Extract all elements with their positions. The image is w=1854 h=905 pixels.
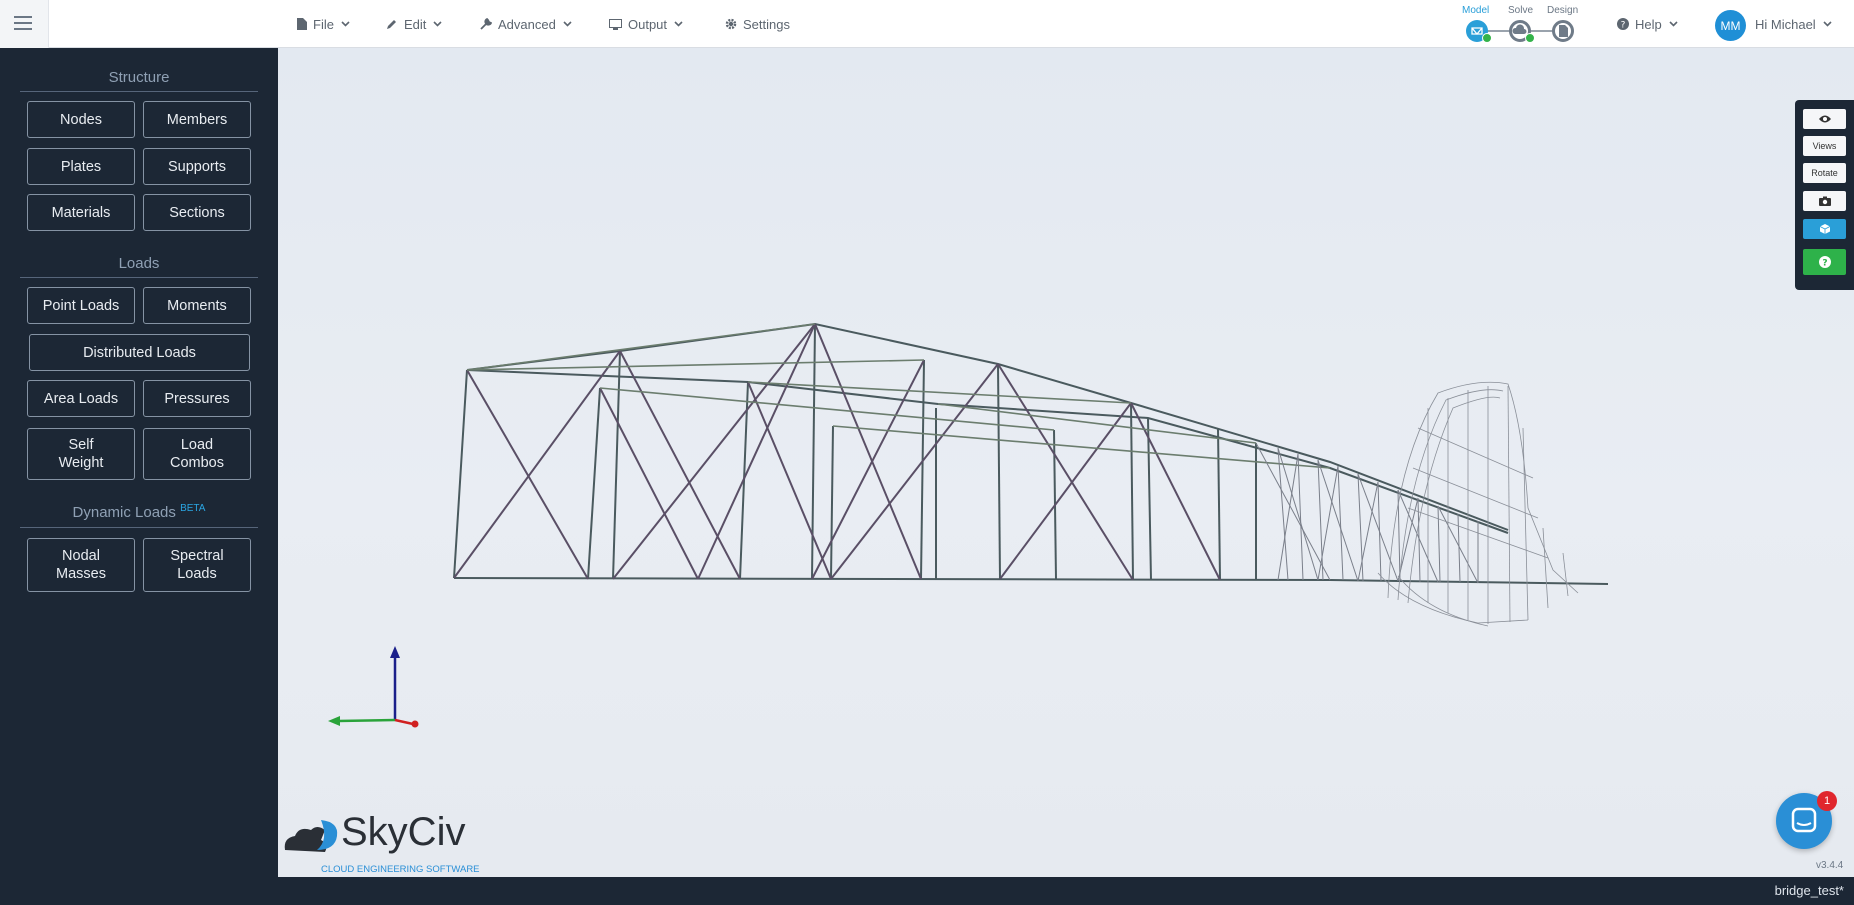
- cube-icon: [1819, 224, 1830, 234]
- view-toolbar: Views Rotate ?: [1795, 100, 1854, 290]
- status-bar: bridge_test*: [0, 877, 1854, 905]
- help-menu[interactable]: ? Help: [1617, 0, 1678, 48]
- loads-section-title: Loads: [118, 255, 160, 272]
- edit-menu-label: Edit: [404, 16, 427, 32]
- moments-button[interactable]: Moments: [143, 287, 251, 324]
- gear-icon: [725, 18, 737, 30]
- chat-unread-badge: 1: [1817, 791, 1837, 811]
- advanced-menu[interactable]: Advanced: [480, 0, 572, 48]
- load-combos-button[interactable]: Load Combos: [143, 428, 251, 480]
- edit-menu[interactable]: Edit: [386, 0, 442, 48]
- skyciv-logo: SkyCiv CLOUD ENGINEERING SOFTWARE: [281, 810, 501, 875]
- step-design-label: Design: [1547, 5, 1579, 16]
- self-weight-button[interactable]: Self Weight: [27, 428, 135, 480]
- dynamic-loads-title-text: Dynamic Loads: [72, 504, 176, 521]
- svg-text:CLOUD ENGINEERING SOFTWARE: CLOUD ENGINEERING SOFTWARE: [321, 864, 480, 875]
- step-solve-label: Solve: [1508, 5, 1534, 16]
- output-menu[interactable]: Output: [609, 0, 683, 48]
- user-greeting: Hi Michael: [1755, 16, 1816, 32]
- file-name: bridge_test*: [1774, 883, 1844, 898]
- pressures-button[interactable]: Pressures: [143, 380, 251, 417]
- nodal-masses-button[interactable]: Nodal Masses: [27, 538, 135, 592]
- help-menu-label: Help: [1635, 16, 1662, 32]
- file-icon: [297, 18, 307, 30]
- check-icon: [1525, 33, 1535, 43]
- chevron-down-icon: [563, 21, 572, 27]
- supports-button[interactable]: Supports: [143, 148, 251, 185]
- document-icon: [1559, 25, 1568, 37]
- top-navigation-bar: File Edit Advanced Output Settings Model…: [0, 0, 1854, 48]
- axis-triad-icon: [328, 646, 419, 728]
- hamburger-menu-icon[interactable]: [0, 0, 49, 48]
- question-icon: ?: [1818, 256, 1831, 269]
- materials-button[interactable]: Materials: [27, 194, 135, 231]
- chevron-down-icon: [433, 21, 442, 27]
- dynamic-loads-section-title: Dynamic Loads BETA: [20, 503, 258, 521]
- wrench-icon: [480, 18, 492, 30]
- area-loads-button[interactable]: Area Loads: [27, 380, 135, 417]
- svg-text:SkyCiv: SkyCiv: [341, 810, 465, 854]
- design-step-button[interactable]: [1552, 20, 1574, 42]
- output-menu-label: Output: [628, 16, 668, 32]
- eye-icon: [1818, 115, 1831, 123]
- advanced-menu-label: Advanced: [498, 16, 556, 32]
- camera-icon: [1818, 196, 1831, 206]
- user-menu[interactable]: Hi Michael: [1755, 0, 1832, 48]
- pencil-icon: [386, 18, 398, 30]
- help-button[interactable]: ?: [1803, 249, 1846, 275]
- spectral-loads-button[interactable]: Spectral Loads: [143, 538, 251, 592]
- plates-button[interactable]: Plates: [27, 148, 135, 185]
- chevron-down-icon: [674, 21, 683, 27]
- user-avatar[interactable]: MM: [1715, 10, 1746, 41]
- visibility-button[interactable]: [1803, 109, 1846, 129]
- step-model-label: Model: [1462, 5, 1490, 16]
- left-sidebar: Structure Nodes Members Plates Supports …: [0, 48, 278, 877]
- check-icon: [1482, 33, 1492, 43]
- rotate-button[interactable]: Rotate: [1803, 163, 1846, 183]
- file-menu[interactable]: File: [297, 0, 350, 48]
- section-divider: [20, 91, 258, 92]
- chevron-down-icon: [1823, 21, 1832, 27]
- version-label: v3.4.4: [1816, 860, 1844, 871]
- nodes-button[interactable]: Nodes: [27, 101, 135, 138]
- monitor-icon: [609, 18, 622, 30]
- sections-button[interactable]: Sections: [143, 194, 251, 231]
- views-button[interactable]: Views: [1803, 136, 1846, 156]
- svg-text:?: ?: [1822, 259, 1827, 269]
- beta-badge: BETA: [180, 503, 206, 514]
- chevron-down-icon: [341, 21, 350, 27]
- model-viewport[interactable]: [278, 48, 1854, 877]
- svg-text:?: ?: [1621, 21, 1626, 31]
- members-button[interactable]: Members: [143, 101, 251, 138]
- bridge-truss-model: [328, 322, 1609, 728]
- screenshot-button[interactable]: [1803, 191, 1846, 211]
- settings-menu[interactable]: Settings: [725, 0, 790, 48]
- 3d-view-button[interactable]: [1803, 219, 1846, 239]
- file-menu-label: File: [313, 16, 334, 32]
- section-divider: [20, 277, 258, 278]
- structure-section-title: Structure: [108, 69, 170, 86]
- question-circle-icon: ?: [1617, 18, 1629, 30]
- chevron-down-icon: [1669, 21, 1678, 27]
- section-divider: [20, 527, 258, 528]
- settings-menu-label: Settings: [743, 16, 790, 32]
- point-loads-button[interactable]: Point Loads: [27, 287, 135, 324]
- distributed-loads-button[interactable]: Distributed Loads: [29, 334, 250, 371]
